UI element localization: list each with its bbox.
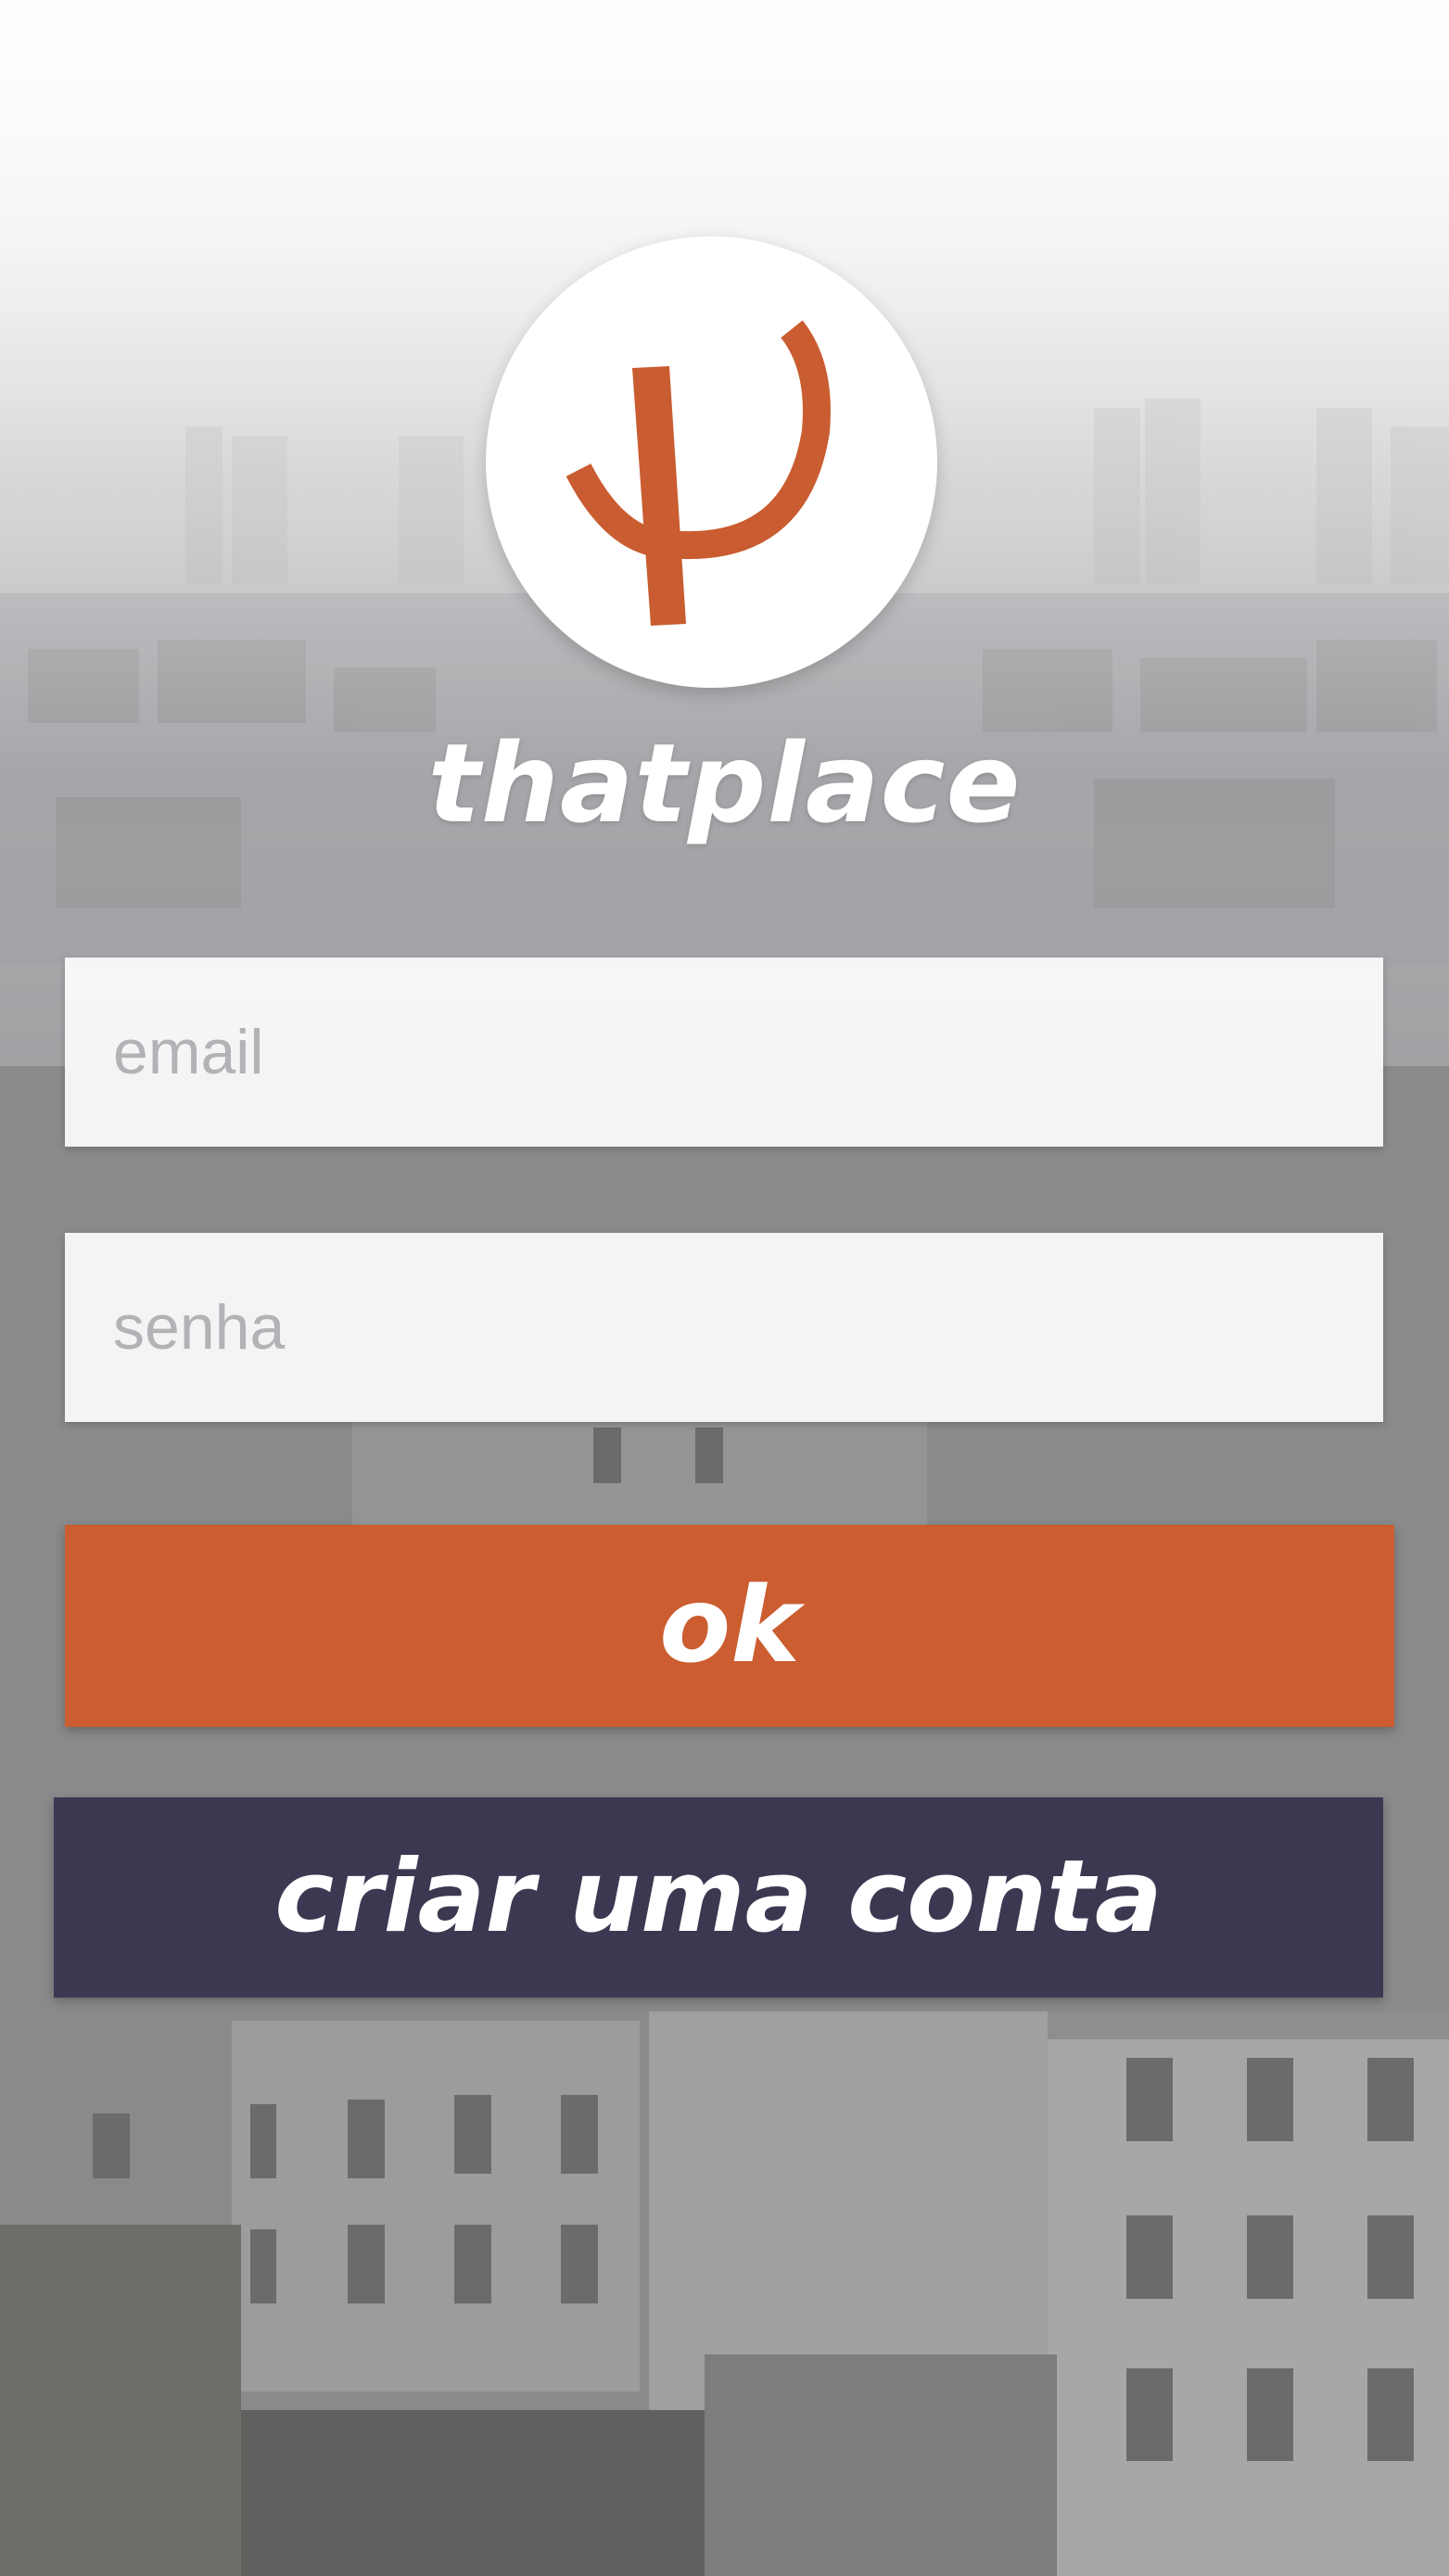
thatplace-psi-logo-icon <box>566 320 831 626</box>
logo-badge <box>486 236 937 688</box>
email-field[interactable] <box>65 958 1383 1147</box>
password-field[interactable] <box>65 1233 1383 1422</box>
submit-ok-button[interactable]: ok <box>65 1525 1394 1727</box>
password-input[interactable] <box>113 1233 1383 1422</box>
create-account-button[interactable]: criar uma conta <box>54 1797 1383 1998</box>
brand-name: thatplace <box>427 719 1022 847</box>
email-input[interactable] <box>113 958 1383 1147</box>
